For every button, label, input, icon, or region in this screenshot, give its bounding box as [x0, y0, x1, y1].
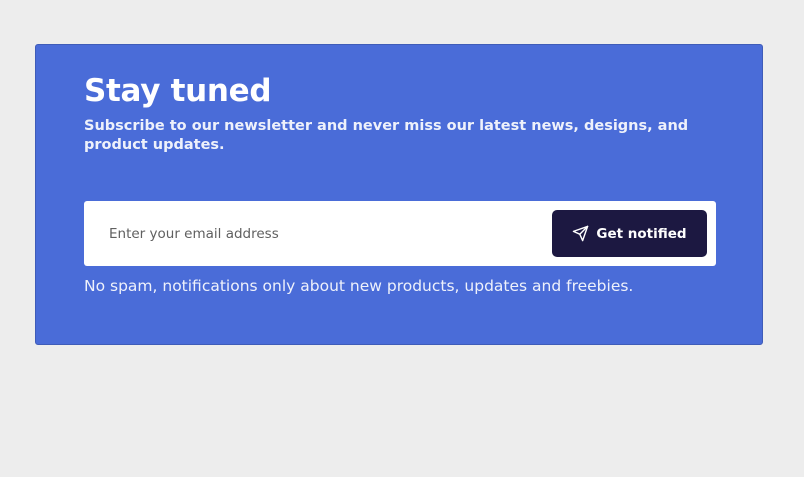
get-notified-label: Get notified: [596, 225, 687, 242]
subscribe-form: Get notified: [84, 201, 716, 266]
paper-plane-icon: [572, 225, 589, 242]
email-input[interactable]: [84, 201, 534, 266]
no-spam-note: No spam, notifications only about new pr…: [84, 277, 634, 295]
newsletter-title: Stay tuned: [84, 73, 272, 109]
get-notified-button[interactable]: Get notified: [552, 210, 707, 257]
newsletter-card: Stay tuned Subscribe to our newsletter a…: [35, 44, 763, 345]
newsletter-subtitle: Subscribe to our newsletter and never mi…: [84, 118, 689, 153]
